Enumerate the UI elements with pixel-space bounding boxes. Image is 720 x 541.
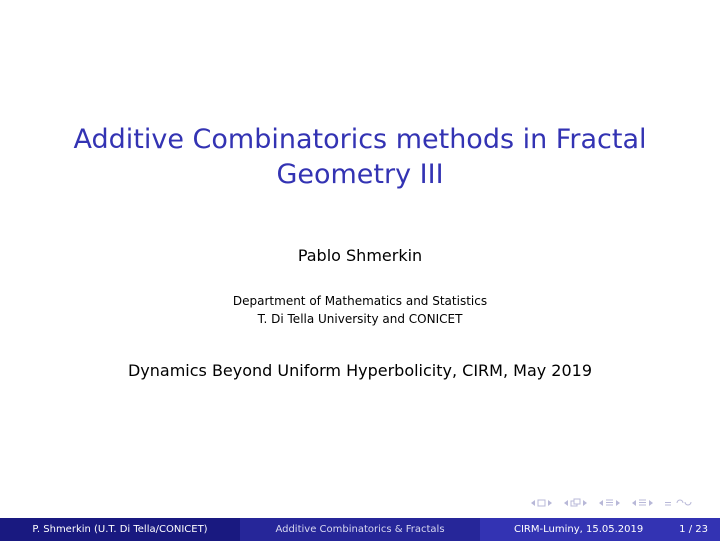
institute-line-2: T. Di Tella University and CONICET bbox=[257, 312, 463, 326]
title-slide: Additive Combinatorics methods in Fracta… bbox=[0, 0, 720, 541]
nav-section-group bbox=[598, 498, 621, 507]
nav-appendix-icon[interactable] bbox=[664, 498, 672, 507]
nav-document-group bbox=[631, 498, 654, 507]
institute-line-1: Department of Mathematics and Statistics bbox=[232, 294, 488, 308]
nav-subsection-prev-icon[interactable] bbox=[563, 499, 569, 507]
nav-frame-next-icon[interactable] bbox=[547, 499, 553, 507]
nav-section-icon[interactable] bbox=[605, 498, 614, 507]
footer-author: P. Shmerkin (U.T. Di Tella/CONICET) bbox=[0, 518, 240, 541]
nav-frame-prev-icon[interactable] bbox=[530, 499, 536, 507]
nav-section-next-icon[interactable] bbox=[615, 499, 621, 507]
footer-bar: P. Shmerkin (U.T. Di Tella/CONICET) Addi… bbox=[0, 518, 720, 541]
slide-institute: Department of Mathematics and Statistics… bbox=[0, 292, 720, 328]
nav-section-prev-icon[interactable] bbox=[598, 499, 604, 507]
footer-page-number: 1 / 23 bbox=[679, 524, 708, 535]
slide-date: Dynamics Beyond Uniform Hyperbolicity, C… bbox=[127, 361, 593, 380]
slide-author: Pablo Shmerkin bbox=[297, 246, 423, 265]
nav-frame-icon[interactable] bbox=[537, 499, 546, 507]
nav-document-prev-icon[interactable] bbox=[631, 499, 637, 507]
nav-document-next-icon[interactable] bbox=[648, 499, 654, 507]
nav-subsection-next-icon[interactable] bbox=[582, 499, 588, 507]
nav-document-icon[interactable] bbox=[638, 498, 647, 507]
nav-subsection-group bbox=[563, 498, 588, 507]
slide-title-line-2: Geometry III bbox=[276, 159, 444, 190]
footer-date: CIRM-Luminy, 15.05.2019 bbox=[514, 524, 644, 535]
slide-title-line-1: Additive Combinatorics methods in Fracta… bbox=[73, 124, 647, 155]
nav-subsection-icon[interactable] bbox=[570, 498, 581, 507]
footer-short-title: Additive Combinatorics & Fractals bbox=[240, 518, 480, 541]
slide-title: Additive Combinatorics methods in Fracta… bbox=[0, 122, 720, 192]
nav-search-icon[interactable] bbox=[676, 498, 692, 507]
beamer-navigation-bar bbox=[530, 498, 692, 507]
footer-right: CIRM-Luminy, 15.05.2019 1 / 23 bbox=[480, 518, 720, 541]
nav-frame-group bbox=[530, 499, 553, 507]
